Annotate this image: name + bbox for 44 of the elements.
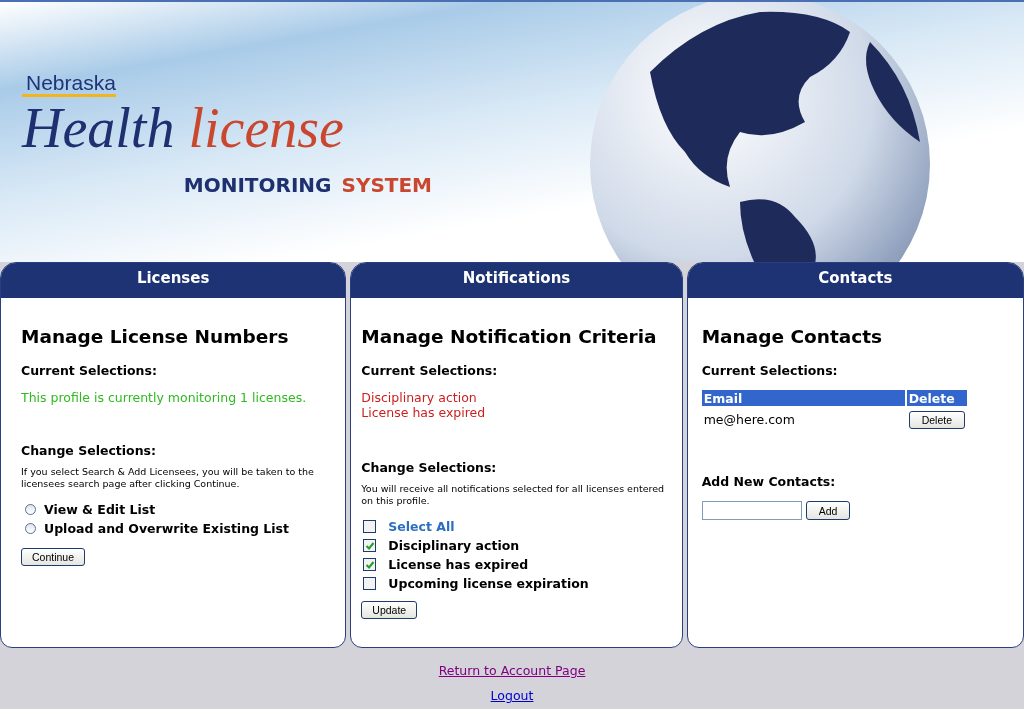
section-heading: Manage Contacts <box>701 326 884 347</box>
status-text: This profile is currently monitoring 1 licenses. <box>21 390 308 405</box>
section-label: Add New Contacts: <box>701 474 837 489</box>
logo-subtitle: MONITORING <box>183 173 332 197</box>
section-label: Current Selections: <box>361 363 499 378</box>
logo-title: Health <box>22 97 175 159</box>
section-heading: Manage License Numbers <box>21 326 290 347</box>
logo-subtitle: SYSTEM <box>341 173 432 197</box>
checkbox-label[interactable]: Disciplinary action <box>388 538 520 553</box>
column-header: Delete <box>906 390 967 406</box>
checkbox-label[interactable]: Upcoming license expiration <box>388 576 589 591</box>
continue-button[interactable]: Continue <box>21 548 86 566</box>
radio-button[interactable] <box>25 504 36 515</box>
footer-link[interactable]: Return to Account Page <box>438 663 586 678</box>
update-button[interactable]: Update <box>361 601 418 619</box>
selection-text: Disciplinary action <box>361 390 478 405</box>
logo-state-name: Nebraska <box>22 72 116 97</box>
footer-link[interactable]: Logout <box>490 688 534 703</box>
checkbox[interactable] <box>363 539 377 552</box>
column-header: Email <box>701 390 905 406</box>
selection-text: License has expired <box>361 405 487 420</box>
checkbox[interactable] <box>363 577 377 590</box>
select-all-label[interactable]: Select All <box>388 519 455 534</box>
section-label: Current Selections: <box>701 363 839 378</box>
panel-header: Notifications <box>351 263 682 298</box>
section-heading: Manage Notification Criteria <box>361 326 658 347</box>
hint-text: If you select Search & Add Licensees, you will be taken to the licensees search page after clicking Continue. <box>21 466 315 490</box>
checkbox[interactable] <box>363 558 377 571</box>
radio-button[interactable] <box>25 523 36 534</box>
checkbox[interactable] <box>363 520 377 533</box>
table-cell-text: me@here.com <box>702 410 796 429</box>
checkbox-label[interactable]: License has expired <box>388 557 529 572</box>
panel-header: Licenses <box>1 263 346 298</box>
hint-text: You will receive all notifications selected for all licenses entered on this profile. <box>361 483 666 507</box>
logo-title: license <box>188 97 344 159</box>
option-label[interactable]: Upload and Overwrite Existing List <box>44 521 289 536</box>
section-label: Change Selections: <box>361 460 498 475</box>
email-input-field[interactable] <box>701 501 802 520</box>
section-label: Change Selections: <box>21 443 158 458</box>
panel-header: Contacts <box>687 263 1023 298</box>
section-label: Current Selections: <box>21 363 158 378</box>
delete-button[interactable]: Delete <box>908 411 965 429</box>
option-label[interactable]: View & Edit List <box>44 502 156 517</box>
add-button[interactable]: Add <box>805 501 851 520</box>
